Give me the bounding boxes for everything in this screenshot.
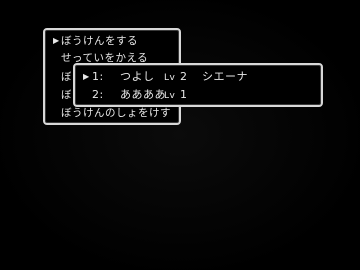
menu-item-4[interactable]: ぼ xyxy=(61,88,71,102)
menu-item-play-adventure[interactable]: ▶ぼうけんをする xyxy=(53,34,138,48)
save-slot-1[interactable]: ▶ 1: つよし Lv 2 シエーナ xyxy=(83,69,248,84)
menu-item-label: ぼ xyxy=(61,71,71,83)
cursor-icon: ▶ xyxy=(53,36,60,45)
menu-item-delete-save[interactable]: ぼうけんのしょをけす xyxy=(61,106,171,120)
save-slot-window: ▶ 1: つよし Lv 2 シエーナ 2: ああああLv 1 xyxy=(73,63,323,107)
hero-name: つよし xyxy=(120,70,155,83)
level-label: Lv xyxy=(164,73,176,83)
location-name: シエーナ xyxy=(202,70,248,83)
hero-name: ああああ xyxy=(120,88,166,101)
slot-number: 1: xyxy=(92,70,104,83)
save-slot-2[interactable]: 2: ああああLv 1 xyxy=(83,87,202,102)
level-label: Lv xyxy=(164,91,176,101)
menu-item-label: ぼうけんをする xyxy=(61,35,138,47)
menu-item-label: ぼうけんのしょをけす xyxy=(61,107,171,119)
level-value: 1 xyxy=(180,88,188,101)
slot-number: 2: xyxy=(92,88,104,101)
game-screen: ▶ぼうけんをする せっていをかえる ぼ ぼ ぼうけんのしょをけす ▶ 1: つよし L… xyxy=(0,0,360,270)
cursor-icon: ▶ xyxy=(83,72,90,81)
menu-item-3[interactable]: ぼ xyxy=(61,70,71,84)
menu-item-label: ぼ xyxy=(61,89,71,101)
level-value: 2 xyxy=(180,70,188,83)
